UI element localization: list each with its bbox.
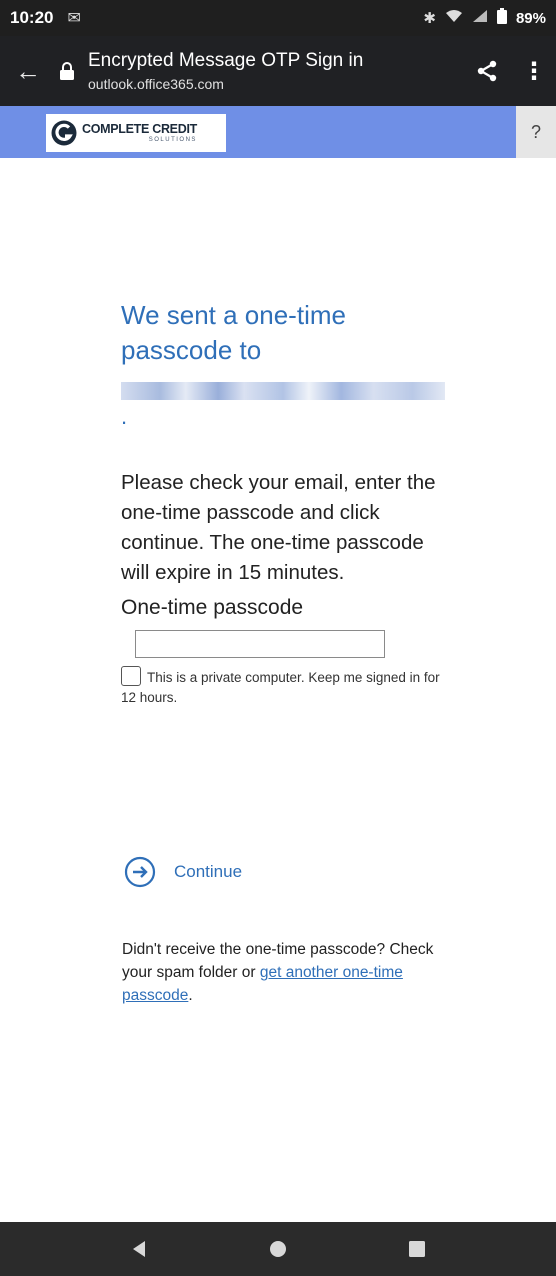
battery-icon: [496, 8, 507, 28]
continue-button[interactable]: Continue: [124, 856, 242, 888]
passcode-input[interactable]: [135, 630, 385, 658]
logo-text: COMPLETE CREDIT: [82, 122, 197, 137]
wifi-icon: [445, 9, 463, 27]
share-icon[interactable]: [462, 59, 512, 83]
arrow-right-circle-icon: [124, 856, 156, 888]
page-url: outlook.office365.com: [88, 76, 224, 92]
remember-me-label: This is a private computer. Keep me sign…: [121, 670, 440, 705]
heading-trailing-period: .: [121, 404, 128, 429]
battery-percentage: 89%: [515, 9, 546, 27]
more-options-icon[interactable]: ⋮: [512, 57, 556, 86]
resend-note-end: .: [188, 987, 193, 1004]
page-title-area[interactable]: Encrypted Message OTP Sign in outlook.of…: [88, 50, 462, 92]
nav-home-icon[interactable]: [258, 1229, 298, 1269]
instructions-text: Please check your email, enter the one-t…: [121, 471, 436, 584]
otp-signin-form: We sent a one-time passcode to . Please …: [121, 298, 451, 708]
nav-recents-icon[interactable]: [397, 1229, 437, 1269]
help-button[interactable]: ?: [516, 106, 556, 158]
mail-notification-icon: ✉: [67, 10, 81, 27]
status-time: 10:20: [10, 8, 54, 27]
passcode-label: One-time passcode: [121, 596, 304, 619]
back-arrow-icon[interactable]: ←: [0, 56, 56, 87]
status-bar: 10:20 ✉ ✱ 89%: [0, 0, 556, 36]
status-icons: ✱ 89%: [423, 8, 546, 28]
logo-mark-icon: [51, 120, 77, 146]
page-title: Encrypted Message OTP Sign in: [88, 50, 364, 71]
page-heading: We sent a one-time passcode to: [121, 300, 346, 365]
logo-subtext: SOLUTIONS: [148, 136, 197, 143]
bluetooth-icon: ✱: [423, 10, 436, 27]
signal-icon: [472, 9, 488, 27]
company-logo: COMPLETE CREDIT SOLUTIONS: [46, 114, 226, 152]
system-navigation-bar: [0, 1222, 556, 1276]
continue-label: Continue: [174, 862, 243, 881]
remember-me-option[interactable]: This is a private computer. Keep me sign…: [121, 666, 451, 708]
remember-me-checkbox[interactable]: [121, 666, 141, 686]
nav-back-icon[interactable]: [119, 1229, 159, 1269]
browser-toolbar: ← Encrypted Message OTP Sign in outlook.…: [0, 36, 556, 106]
resend-note: Didn't receive the one-time passcode? Ch…: [122, 938, 452, 1007]
brand-banner: COMPLETE CREDIT SOLUTIONS: [0, 106, 556, 158]
lock-icon[interactable]: [56, 62, 78, 80]
redacted-email-address: [121, 382, 445, 400]
